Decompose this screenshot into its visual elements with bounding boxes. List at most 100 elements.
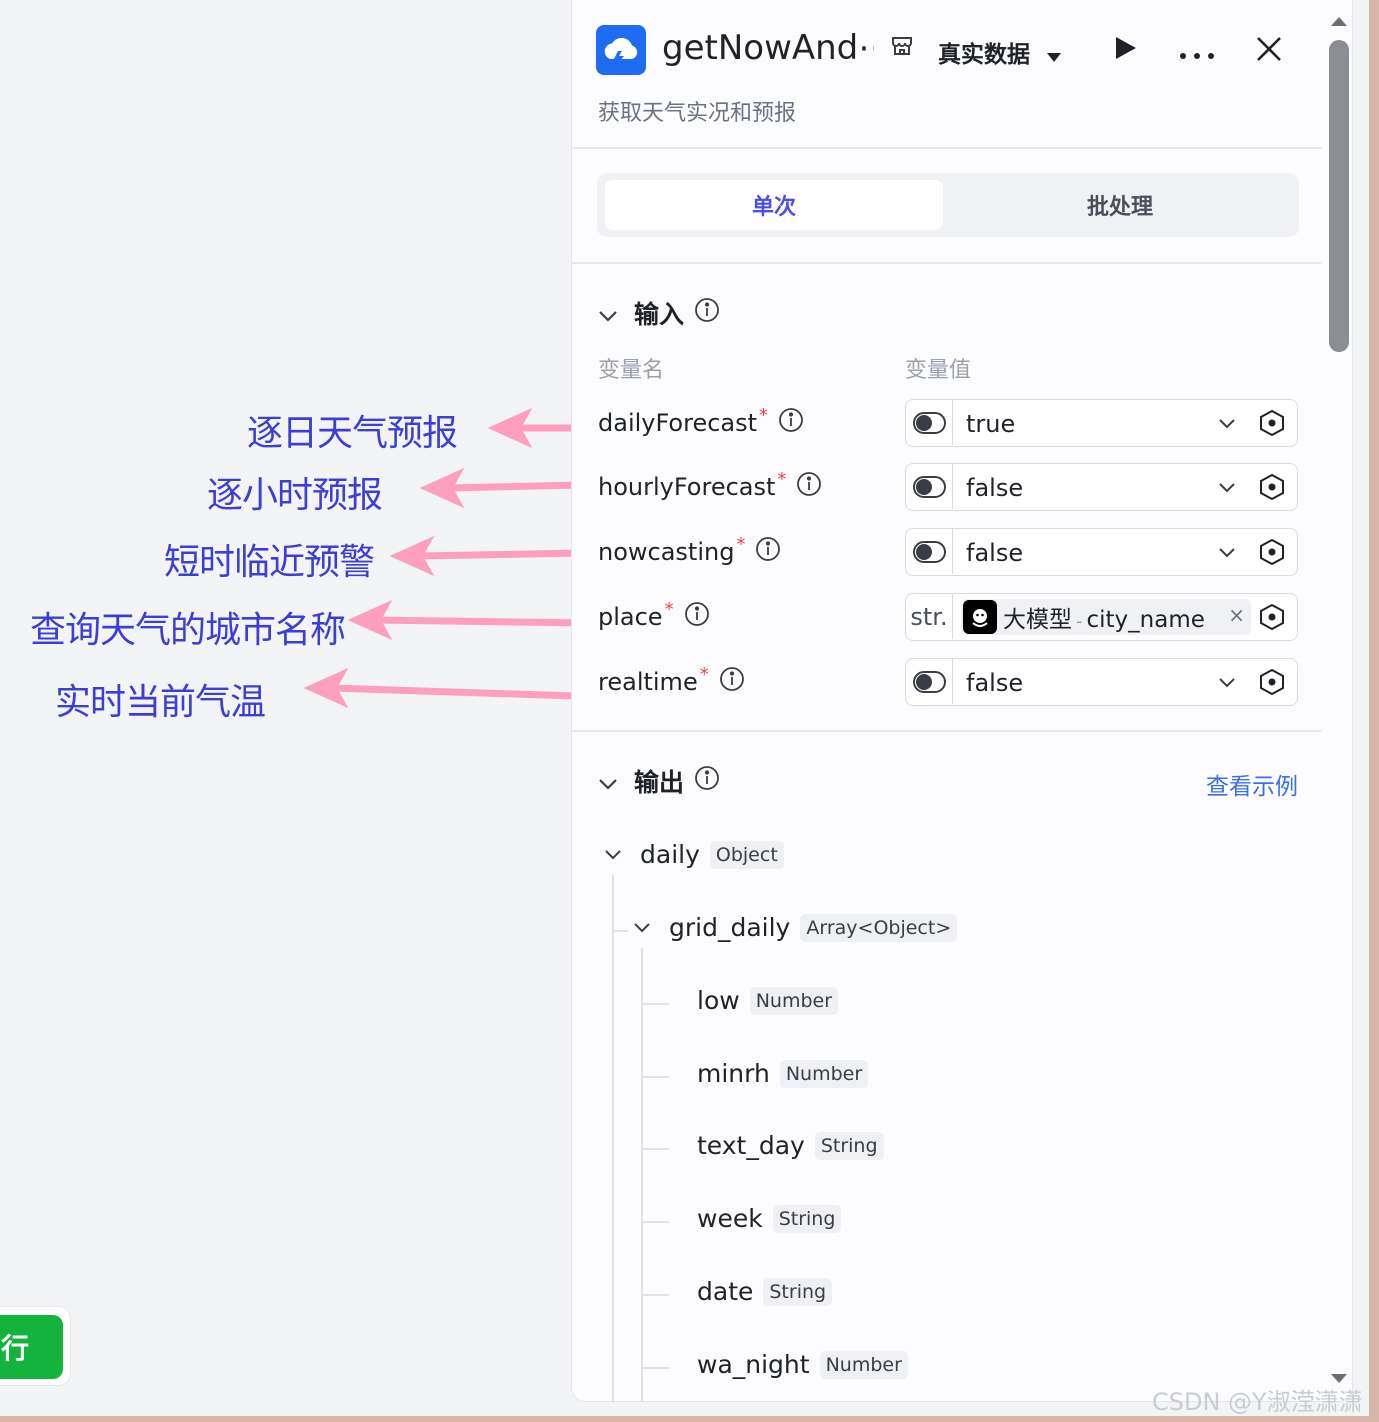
info-icon[interactable] xyxy=(796,471,822,503)
param-name: place * xyxy=(598,599,710,633)
type-tag: String xyxy=(763,1277,833,1306)
chevron-down-icon xyxy=(633,918,651,937)
tree-guide-line xyxy=(641,948,643,1401)
type-tag: String xyxy=(772,1204,842,1233)
toggle-icon xyxy=(912,540,946,563)
type-tag: Number xyxy=(749,986,839,1015)
store-icon[interactable] xyxy=(890,34,914,62)
param-row-place: place * str. 大模型 - city_name × xyxy=(572,593,1322,643)
value-text: false xyxy=(966,539,1024,567)
value-select[interactable]: false xyxy=(905,658,1298,706)
tree-guide-line xyxy=(643,1294,669,1296)
info-icon[interactable] xyxy=(684,601,710,633)
info-icon[interactable] xyxy=(694,765,720,797)
tree-guide-line xyxy=(612,875,614,1401)
boolean-type-toggle[interactable] xyxy=(906,400,953,445)
run-button[interactable]: 行 xyxy=(0,1315,63,1379)
inputs-section-header[interactable]: 输入 xyxy=(598,295,720,331)
scrollbar-thumb[interactable] xyxy=(1329,40,1349,352)
boolean-type-toggle[interactable] xyxy=(906,529,953,574)
view-example-link[interactable]: 查看示例 xyxy=(1206,767,1298,801)
panel-header: getNowAnd⋯ 真实数据 获取天气实况和预报 xyxy=(572,0,1322,148)
output-name: minrh xyxy=(697,1059,770,1088)
chevron-down-icon xyxy=(1218,478,1236,497)
output-node-text-day: text_day String xyxy=(697,1131,884,1160)
param-name: dailyForecast * xyxy=(598,405,804,439)
param-row-dailyForecast: dailyForecast * true xyxy=(572,399,1322,449)
output-node-week: week String xyxy=(697,1204,842,1233)
weather-logo-icon xyxy=(596,25,646,75)
type-tag: Number xyxy=(819,1350,908,1379)
reference-source: 大模型 xyxy=(1003,607,1072,633)
type-tag: Array<Object> xyxy=(800,913,958,942)
output-node-minrh: minrh Number xyxy=(697,1059,869,1088)
value-text: true xyxy=(966,410,1016,438)
type-tag: Number xyxy=(779,1059,869,1088)
variable-ref-icon[interactable] xyxy=(1258,473,1286,505)
arrow-nowcasting xyxy=(414,549,587,560)
output-node-grid-daily[interactable]: grid_daily Array<Object> xyxy=(633,913,958,942)
tree-guide-line xyxy=(643,1076,669,1078)
chevron-down-icon xyxy=(604,845,622,864)
tree-guide-line xyxy=(643,1221,669,1223)
param-name-label: dailyForecast xyxy=(598,409,758,437)
info-icon[interactable] xyxy=(694,297,720,329)
info-icon[interactable] xyxy=(778,407,804,439)
variable-ref-icon[interactable] xyxy=(1258,538,1286,570)
arrow-hourly xyxy=(444,481,584,492)
more-icon[interactable] xyxy=(1179,45,1215,64)
string-type-selector[interactable]: str. xyxy=(906,594,953,639)
param-name-label: place xyxy=(598,603,663,631)
variable-ref-icon[interactable] xyxy=(1258,409,1286,441)
remove-reference-icon[interactable]: × xyxy=(1228,603,1245,627)
value-select[interactable]: true xyxy=(905,399,1298,447)
close-icon[interactable] xyxy=(1256,36,1282,66)
value-select[interactable]: false xyxy=(905,528,1298,576)
output-node-date: date String xyxy=(697,1277,833,1306)
required-mark: * xyxy=(777,469,787,490)
annotation-arrows xyxy=(303,407,594,709)
reference-chip[interactable]: 大模型 - city_name × xyxy=(961,599,1251,635)
tree-guide-line xyxy=(643,1148,669,1150)
tabs-divider xyxy=(572,262,1322,264)
output-node-wa-night: wa_night Number xyxy=(697,1350,908,1379)
required-mark: * xyxy=(736,534,746,555)
boolean-type-toggle[interactable] xyxy=(906,464,953,509)
plugin-title: getNowAnd⋯ xyxy=(662,28,874,68)
value-reference-field[interactable]: str. 大模型 - city_name × xyxy=(905,593,1298,641)
mode-tabs: 单次 批处理 xyxy=(597,173,1299,237)
scroll-up-arrow-icon[interactable] xyxy=(1330,12,1348,31)
inputs-title: 输入 xyxy=(634,300,685,329)
value-select[interactable]: false xyxy=(905,463,1298,511)
param-name-label: hourlyForecast xyxy=(598,473,776,501)
param-name: nowcasting * xyxy=(598,534,781,568)
data-mode-label: 真实数据 xyxy=(938,42,1030,68)
caret-down-icon xyxy=(1046,43,1062,69)
output-name: text_day xyxy=(697,1131,805,1160)
type-tag: String xyxy=(814,1131,884,1160)
arrow-place xyxy=(372,616,594,627)
output-name: date xyxy=(697,1277,754,1306)
outputs-title: 输出 xyxy=(634,768,685,797)
tab-batch[interactable]: 批处理 xyxy=(951,180,1289,230)
tab-single[interactable]: 单次 xyxy=(605,180,943,230)
output-node-daily[interactable]: daily Object xyxy=(604,840,784,869)
output-name: grid_daily xyxy=(669,913,791,942)
output-name: low xyxy=(697,986,740,1015)
toggle-icon xyxy=(912,670,946,693)
variable-ref-icon[interactable] xyxy=(1258,603,1286,635)
tree-guide-line xyxy=(614,930,628,932)
tree-guide-line xyxy=(643,1367,669,1369)
watermark: CSDN @Y淑滢潇潇 xyxy=(1152,1388,1363,1416)
arrow-realtime xyxy=(328,684,579,700)
outputs-section-header[interactable]: 输出 xyxy=(598,763,720,799)
info-icon[interactable] xyxy=(755,536,781,568)
panel-scrollbar[interactable] xyxy=(1326,0,1352,1402)
play-icon[interactable] xyxy=(1113,36,1137,64)
boolean-type-toggle[interactable] xyxy=(906,659,953,704)
chevron-down-icon xyxy=(598,299,618,328)
variable-ref-icon[interactable] xyxy=(1258,668,1286,700)
inputs-divider xyxy=(572,730,1322,732)
info-icon[interactable] xyxy=(719,666,745,698)
data-mode-dropdown[interactable]: 真实数据 xyxy=(938,35,1062,69)
